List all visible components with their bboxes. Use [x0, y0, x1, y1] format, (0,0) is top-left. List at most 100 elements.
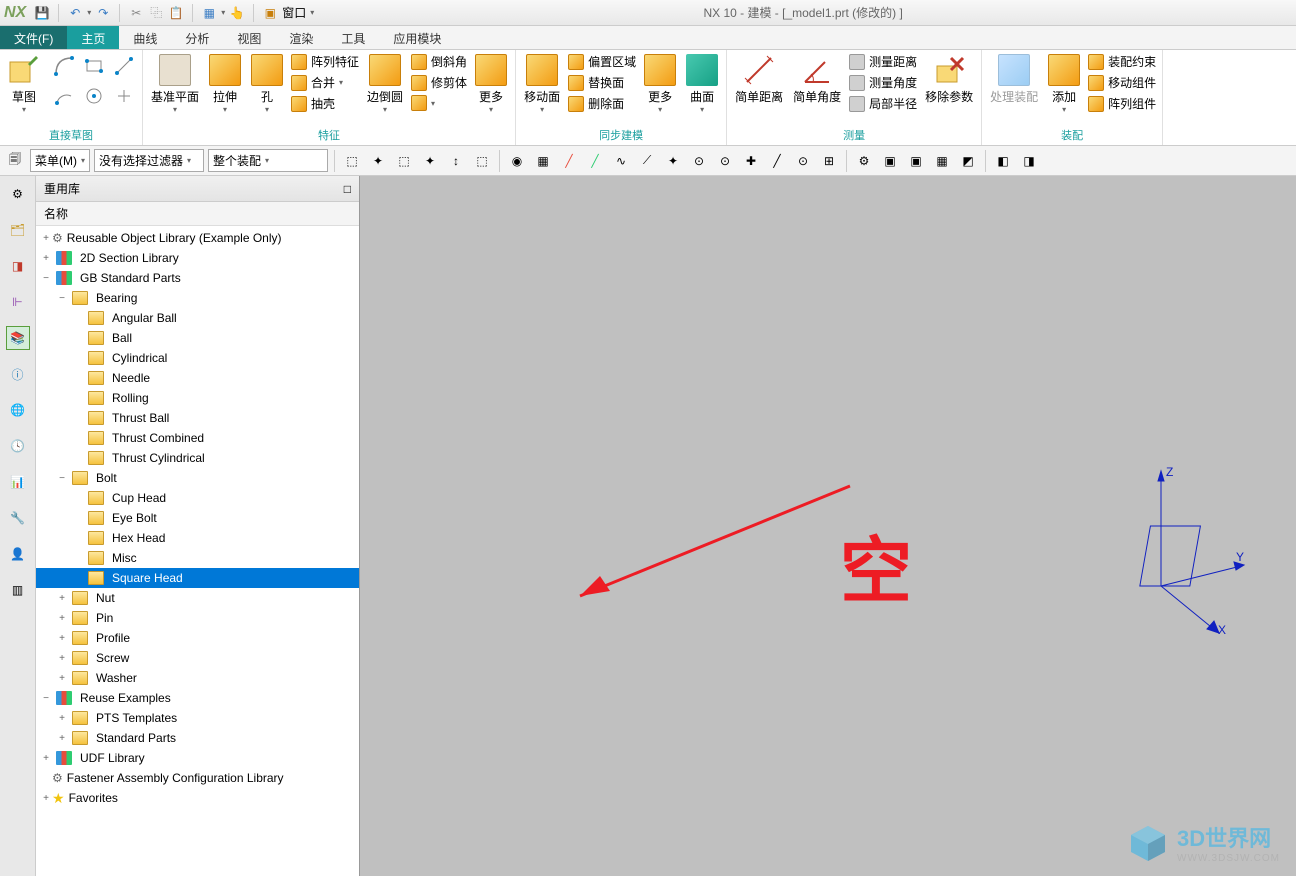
extrude-button[interactable]: 拉伸▾: [205, 52, 245, 116]
rectangle-icon[interactable]: [80, 52, 108, 80]
tree-item[interactable]: Misc: [36, 548, 359, 568]
render-tab[interactable]: 渲染: [275, 26, 327, 49]
local-radius-button[interactable]: 局部半径: [847, 94, 919, 113]
toolbutton[interactable]: ⊙: [792, 150, 814, 172]
delete-face-button[interactable]: 删除面: [566, 94, 638, 113]
toolbutton[interactable]: ✦: [419, 150, 441, 172]
menu-button[interactable]: 菜单(M) ▾: [30, 149, 90, 172]
tree-item[interactable]: Thrust Combined: [36, 428, 359, 448]
dropdown-icon[interactable]: ▾: [173, 105, 177, 114]
paste-icon[interactable]: 📋: [168, 5, 184, 21]
delete-param-button[interactable]: 移除参数: [921, 52, 977, 107]
system-icon[interactable]: 🔧: [6, 506, 30, 530]
toolbutton[interactable]: ╱: [584, 150, 606, 172]
arc-icon[interactable]: [50, 82, 78, 110]
application-tab[interactable]: 应用模块: [379, 26, 455, 49]
tree-item[interactable]: +★Favorites: [36, 788, 359, 808]
array-comp-button[interactable]: 阵列组件: [1086, 94, 1158, 113]
toolbutton[interactable]: ▣: [905, 150, 927, 172]
replace-face-button[interactable]: 替换面: [566, 73, 638, 92]
tree-item[interactable]: ⚙Fastener Assembly Configuration Library: [36, 768, 359, 788]
undo-icon[interactable]: ↶: [67, 5, 83, 21]
toolbutton[interactable]: ⬚: [341, 150, 363, 172]
tree-item[interactable]: +2D Section Library: [36, 248, 359, 268]
tree-toggle-icon[interactable]: +: [56, 633, 68, 644]
tree-item[interactable]: Cylindrical: [36, 348, 359, 368]
tree-item[interactable]: Hex Head: [36, 528, 359, 548]
datum-plane-button[interactable]: 基准平面▾: [147, 52, 203, 116]
tree-item[interactable]: +⚙Reusable Object Library (Example Only): [36, 228, 359, 248]
sketch-button[interactable]: 草图 ▾: [4, 52, 44, 116]
tree-toggle-icon[interactable]: +: [40, 253, 52, 264]
tree-item[interactable]: +Washer: [36, 668, 359, 688]
reuse-library-icon[interactable]: 📚: [6, 326, 30, 350]
window-icon[interactable]: ▣: [262, 5, 278, 21]
save-icon[interactable]: 💾: [34, 5, 50, 21]
tree-item[interactable]: −Bolt: [36, 468, 359, 488]
toolbutton[interactable]: ◉: [506, 150, 528, 172]
file-menu[interactable]: 文件(F): [0, 26, 67, 49]
simple-angle-button[interactable]: 简单角度: [789, 52, 845, 107]
history-icon[interactable]: 🕓: [6, 434, 30, 458]
panel-maximize-icon[interactable]: □: [344, 182, 351, 196]
circle-icon[interactable]: [80, 82, 108, 110]
add-button[interactable]: 添加▾: [1044, 52, 1084, 116]
toolbutton[interactable]: ↕: [445, 150, 467, 172]
tree-item[interactable]: −GB Standard Parts: [36, 268, 359, 288]
part-navigator-icon[interactable]: 🗂: [6, 218, 30, 242]
tree-toggle-icon[interactable]: −: [56, 293, 68, 304]
redo-icon[interactable]: ↷: [95, 5, 111, 21]
pattern-button[interactable]: 阵列特征: [289, 52, 361, 71]
tree-item[interactable]: −Bearing: [36, 288, 359, 308]
browser-icon[interactable]: 🌐: [6, 398, 30, 422]
tree-toggle-icon[interactable]: +: [40, 793, 52, 804]
dropdown-icon[interactable]: ▾: [431, 99, 435, 108]
toolbutton[interactable]: ✦: [662, 150, 684, 172]
offset-region-button[interactable]: 偏置区域: [566, 52, 638, 71]
toolbutton[interactable]: ▦: [931, 150, 953, 172]
touch-icon[interactable]: 👆: [229, 5, 245, 21]
process-icon[interactable]: 📊: [6, 470, 30, 494]
tree-item[interactable]: Rolling: [36, 388, 359, 408]
tree-toggle-icon[interactable]: +: [56, 673, 68, 684]
tree-item[interactable]: +Screw: [36, 648, 359, 668]
edge-blend-button[interactable]: 边倒圆▾: [363, 52, 407, 116]
tree-toggle-icon[interactable]: −: [40, 273, 52, 284]
toolbutton[interactable]: ⊞: [818, 150, 840, 172]
more-sync-button[interactable]: 更多▾: [640, 52, 680, 116]
trim-body-button[interactable]: 修剪体: [409, 73, 469, 92]
toolbutton[interactable]: ▣: [879, 150, 901, 172]
tree-toggle-icon[interactable]: +: [56, 713, 68, 724]
measure-dist-button[interactable]: 测量距离: [847, 52, 919, 71]
draft-button[interactable]: ▾: [409, 94, 469, 112]
tree-item[interactable]: Eye Bolt: [36, 508, 359, 528]
toolbutton[interactable]: ╱: [558, 150, 580, 172]
dropdown-icon[interactable]: ▾: [700, 105, 704, 114]
tools-tab[interactable]: 工具: [327, 26, 379, 49]
toolbutton[interactable]: ⚙: [853, 150, 875, 172]
dropdown-icon[interactable]: ▾: [540, 105, 544, 114]
tree-item[interactable]: −Reuse Examples: [36, 688, 359, 708]
constraint-icon[interactable]: ⊩: [6, 290, 30, 314]
tree-item[interactable]: +Nut: [36, 588, 359, 608]
toolbutton[interactable]: ◧: [992, 150, 1014, 172]
filter-select-2[interactable]: 整个装配▾: [208, 149, 328, 172]
simple-dist-button[interactable]: 简单距离: [731, 52, 787, 107]
tree-item[interactable]: +Profile: [36, 628, 359, 648]
measure-angle-button[interactable]: 测量角度: [847, 73, 919, 92]
home-tab[interactable]: 主页: [67, 26, 119, 49]
toolbutton[interactable]: ⬚: [471, 150, 493, 172]
tree-toggle-icon[interactable]: +: [56, 653, 68, 664]
properties-icon[interactable]: ▦: [201, 5, 217, 21]
tree-item[interactable]: Square Head: [36, 568, 359, 588]
filter-select-1[interactable]: 没有选择过滤器▾: [94, 149, 204, 172]
more-feature-button[interactable]: 更多▾: [471, 52, 511, 116]
assembly-navigator-icon[interactable]: ◨: [6, 254, 30, 278]
layout-icon[interactable]: ▥: [6, 578, 30, 602]
view-tab[interactable]: 视图: [223, 26, 275, 49]
tree-item[interactable]: +Pin: [36, 608, 359, 628]
toolbutton[interactable]: ╱: [766, 150, 788, 172]
3d-viewport[interactable]: 空 Z Y X 3D世界网 WWW.3DSJW.COM: [360, 176, 1296, 876]
toolbutton[interactable]: ⊙: [688, 150, 710, 172]
tree-item[interactable]: +UDF Library: [36, 748, 359, 768]
